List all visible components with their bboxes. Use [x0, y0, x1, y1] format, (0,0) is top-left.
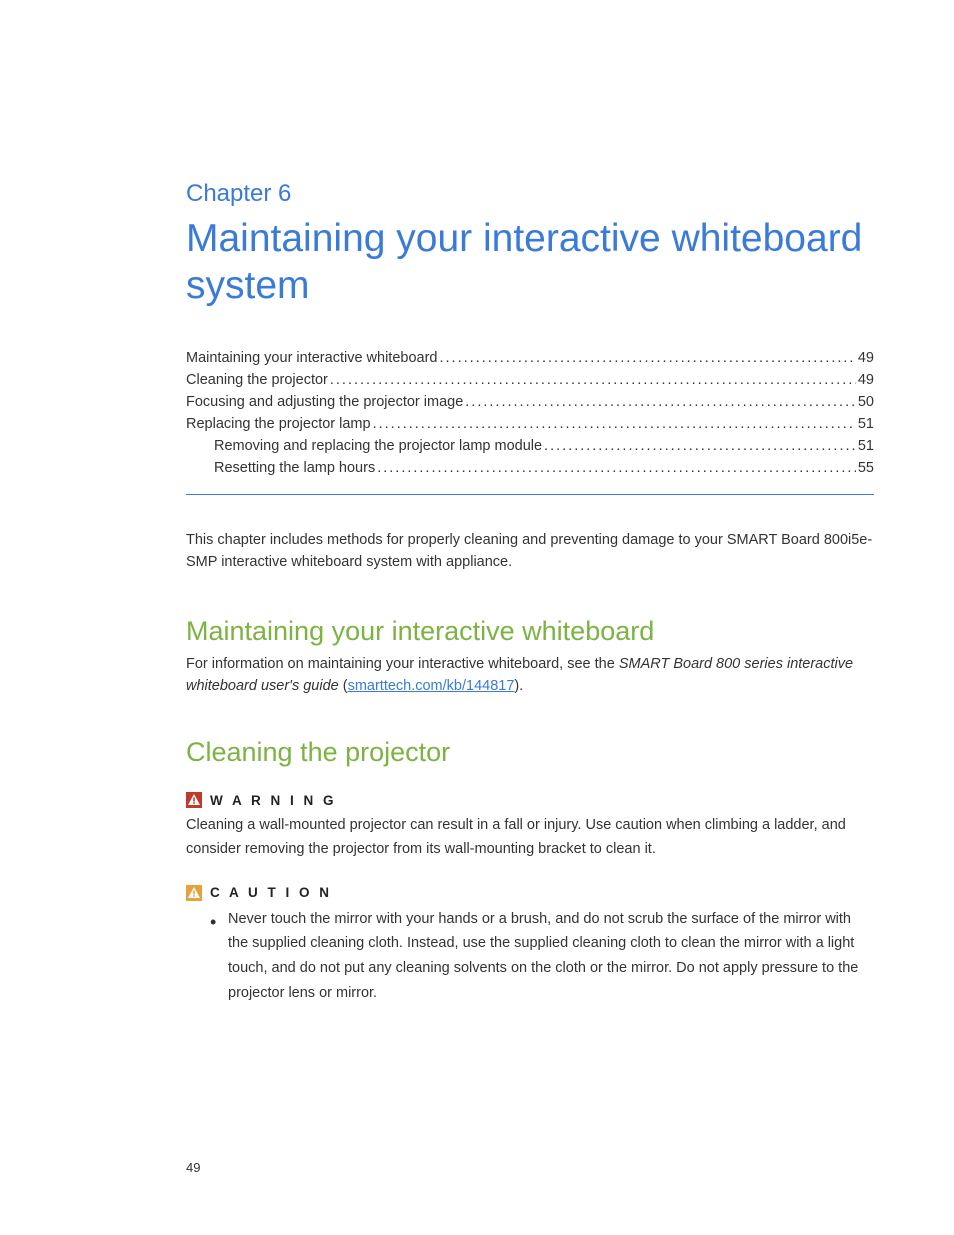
toc-leader-dots [439, 350, 855, 366]
text: For information on maintaining your inte… [186, 656, 619, 672]
caution-header: C A U T I O N [186, 885, 874, 901]
toc-entry[interactable]: Replacing the projector lamp 51 [186, 416, 874, 432]
toc-page-number: 51 [858, 416, 874, 432]
chapter-label: Chapter 6 [186, 180, 874, 208]
warning-label: W A R N I N G [210, 793, 337, 808]
toc-leader-dots [544, 438, 856, 454]
caution-bullet-item: Never touch the mirror with your hands o… [214, 907, 874, 1006]
chapter-title: Maintaining your interactive whiteboard … [186, 216, 874, 310]
warning-header: W A R N I N G [186, 792, 874, 808]
kb-link[interactable]: smarttech.com/kb/144817 [348, 678, 515, 694]
toc-entry[interactable]: Focusing and adjusting the projector ima… [186, 394, 874, 410]
toc-entry[interactable]: Removing and replacing the projector lam… [186, 438, 874, 454]
caution-callout: C A U T I O N Never touch the mirror wit… [186, 885, 874, 1006]
section-heading-cleaning: Cleaning the projector [186, 737, 874, 768]
section-heading-maintaining: Maintaining your interactive whiteboard [186, 616, 874, 647]
toc-page-number: 49 [858, 350, 874, 366]
toc-label: Focusing and adjusting the projector ima… [186, 394, 463, 410]
toc-page-number: 50 [858, 394, 874, 410]
toc-leader-dots [373, 416, 856, 432]
toc-entry[interactable]: Cleaning the projector 49 [186, 372, 874, 388]
page-number: 49 [186, 1160, 200, 1175]
table-of-contents: Maintaining your interactive whiteboard … [186, 350, 874, 476]
divider [186, 494, 874, 495]
toc-leader-dots [465, 394, 856, 410]
warning-icon [186, 792, 202, 808]
text: ( [339, 678, 348, 694]
caution-label: C A U T I O N [210, 885, 332, 900]
warning-callout: W A R N I N G Cleaning a wall-mounted pr… [186, 792, 874, 860]
toc-label: Cleaning the projector [186, 372, 328, 388]
toc-page-number: 51 [858, 438, 874, 454]
document-page: Chapter 6 Maintaining your interactive w… [0, 0, 954, 1235]
toc-label: Removing and replacing the projector lam… [214, 438, 542, 454]
toc-label: Replacing the projector lamp [186, 416, 371, 432]
text: ). [514, 678, 523, 694]
intro-paragraph: This chapter includes methods for proper… [186, 529, 874, 574]
toc-leader-dots [330, 372, 856, 388]
caution-icon [186, 885, 202, 901]
toc-leader-dots [377, 460, 856, 476]
toc-label: Resetting the lamp hours [214, 460, 375, 476]
toc-label: Maintaining your interactive whiteboard [186, 350, 437, 366]
section1-paragraph: For information on maintaining your inte… [186, 653, 874, 698]
toc-entry[interactable]: Resetting the lamp hours 55 [186, 460, 874, 476]
toc-page-number: 49 [858, 372, 874, 388]
toc-entry[interactable]: Maintaining your interactive whiteboard … [186, 350, 874, 366]
toc-page-number: 55 [858, 460, 874, 476]
caution-bullets: Never touch the mirror with your hands o… [186, 907, 874, 1006]
warning-text: Cleaning a wall-mounted projector can re… [186, 814, 874, 860]
